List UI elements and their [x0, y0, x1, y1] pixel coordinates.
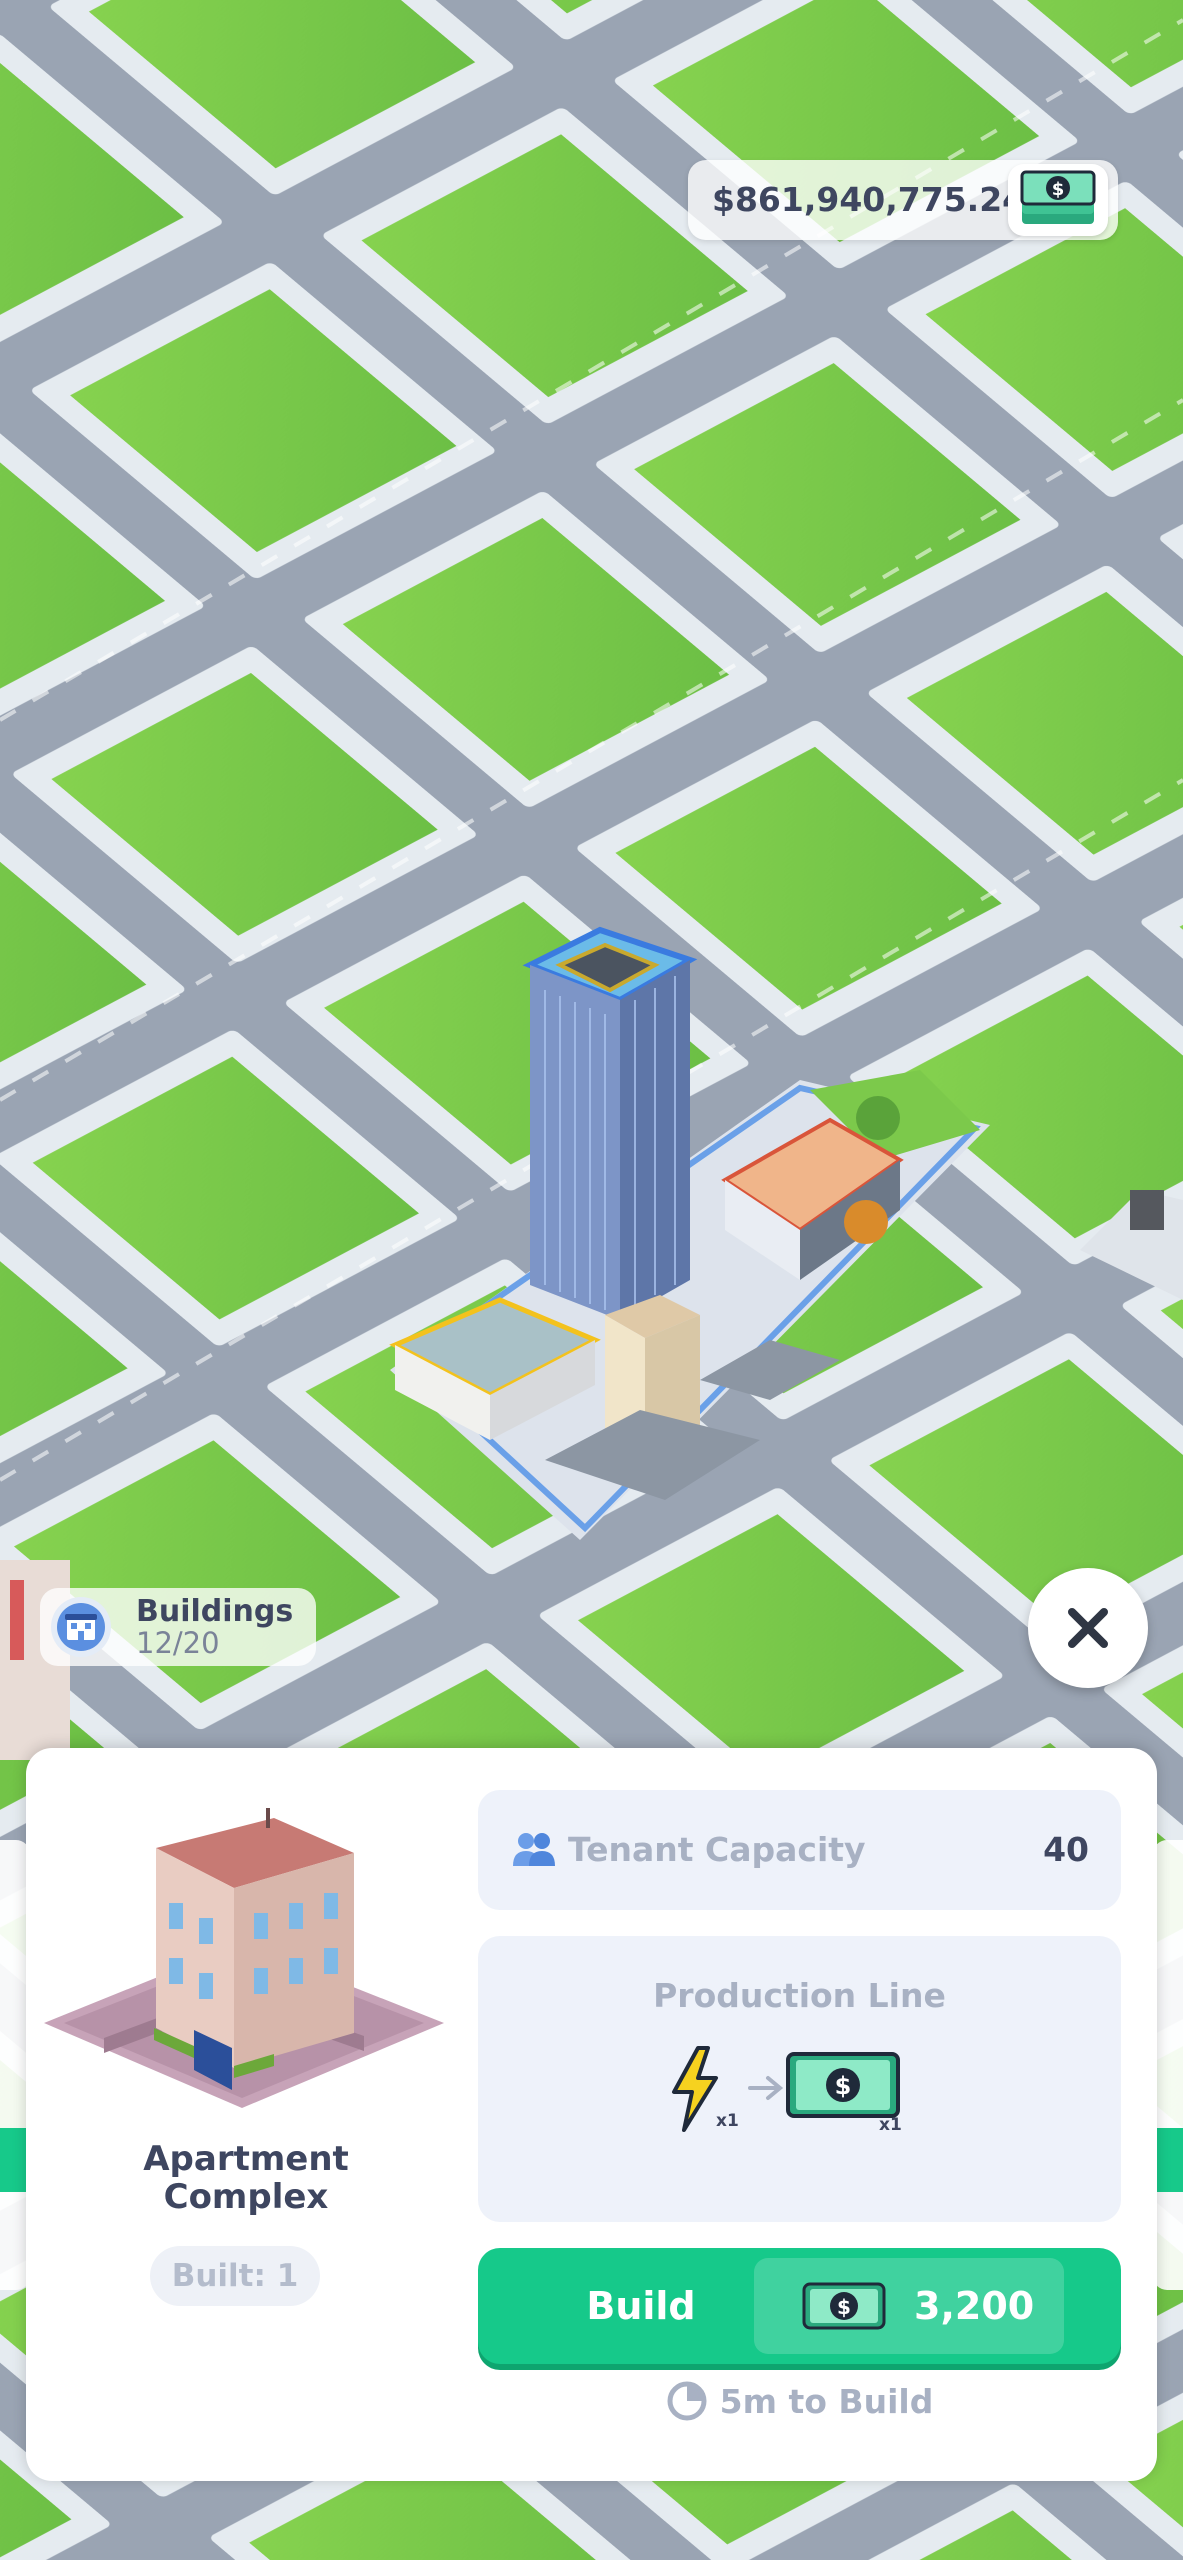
close-icon	[1068, 1608, 1108, 1648]
buildings-count: 12/20	[136, 1626, 220, 1660]
building-name: Apartment Complex	[46, 2140, 446, 2216]
cash-icon: $	[802, 2282, 886, 2330]
build-cost-value: 3,200	[914, 2284, 1035, 2328]
build-button[interactable]: Build $ 3,200	[478, 2248, 1121, 2364]
building-name-line-2: Complex	[163, 2177, 329, 2217]
build-cost: $ 3,200	[754, 2258, 1064, 2354]
buildings-label: Buildings	[136, 1594, 294, 1629]
svg-text:$: $	[1052, 179, 1065, 200]
build-time: 5m to Build	[478, 2380, 1121, 2440]
next-building-card[interactable]	[1153, 1840, 1183, 2290]
apartment-complex-image	[44, 1808, 444, 2108]
buildings-icon	[51, 1597, 111, 1657]
building-panel: Apartment Complex Built: 1 Tenant Capaci…	[26, 1748, 1157, 2481]
production-line-title: Production Line	[653, 1976, 946, 2015]
svg-text:$: $	[837, 2295, 851, 2319]
production-flow: x1 $ x1	[672, 2046, 902, 2134]
close-button[interactable]	[1028, 1568, 1148, 1688]
tenant-capacity-value: 40	[1043, 1830, 1089, 1869]
money-amount: $861,940,775.24	[712, 180, 1026, 219]
buildings-counter[interactable]: Buildings 12/20	[40, 1588, 316, 1666]
arrow-right-icon	[748, 2076, 784, 2100]
cash-output-icon: $	[786, 2052, 900, 2118]
built-count-badge: Built: 1	[150, 2246, 320, 2306]
tenants-icon	[513, 1833, 555, 1866]
tenant-capacity-label: Tenant Capacity	[568, 1830, 866, 1869]
svg-text:$: $	[835, 2072, 852, 2100]
input-multiplier: x1	[716, 2111, 739, 2131]
production-line-card: Production Line x1 $ x1	[478, 1936, 1121, 2222]
output-multiplier: x1	[879, 2115, 902, 2134]
building-name-line-1: Apartment	[143, 2139, 349, 2179]
cash-stack-icon[interactable]: $	[1008, 164, 1108, 236]
build-time-text: 5m to Build	[719, 2381, 934, 2421]
money-display: $861,940,775.24 $	[688, 160, 1118, 240]
timer-icon	[667, 2381, 707, 2421]
energy-bolt-icon	[672, 2046, 718, 2132]
tenant-capacity-card: Tenant Capacity 40	[478, 1790, 1121, 1910]
